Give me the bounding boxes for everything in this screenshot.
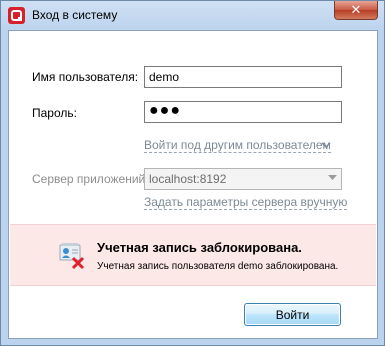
server-select[interactable]: localhost:8192 — [144, 168, 342, 190]
error-title: Учетная запись заблокирована. — [97, 240, 302, 255]
password-label: Пароль: — [32, 106, 77, 120]
server-label: Сервер приложений: — [32, 172, 149, 186]
close-button[interactable]: ✕ — [334, 1, 378, 20]
title-bar[interactable]: Вход в систему ✕ — [1, 1, 384, 30]
close-icon: ✕ — [350, 2, 362, 17]
error-panel: Учетная запись заблокирована. Учетная за… — [10, 224, 376, 286]
username-input[interactable]: demo — [144, 66, 342, 88]
password-input[interactable]: ●●● — [144, 101, 342, 123]
server-select-value: localhost:8192 — [149, 172, 227, 186]
window-title: Вход в систему — [32, 8, 118, 22]
dialog-body: Имя пользователя: demo Пароль: ●●● Войти… — [8, 30, 378, 339]
server-params-link[interactable]: Задать параметры сервера вручную — [144, 195, 348, 210]
login-dialog: Вход в систему ✕ Имя пользователя: demo … — [0, 0, 385, 346]
username-label: Имя пользователя: — [32, 70, 139, 84]
app-logo-icon — [8, 7, 25, 24]
locked-account-icon — [59, 243, 85, 270]
chevron-down-icon[interactable] — [321, 142, 331, 150]
error-message: Учетная запись пользователя demo заблоки… — [97, 261, 339, 272]
login-button[interactable]: Войти — [244, 303, 341, 326]
dropdown-arrow-icon — [328, 175, 337, 180]
other-user-link[interactable]: Войти под другим пользователем — [144, 138, 331, 153]
